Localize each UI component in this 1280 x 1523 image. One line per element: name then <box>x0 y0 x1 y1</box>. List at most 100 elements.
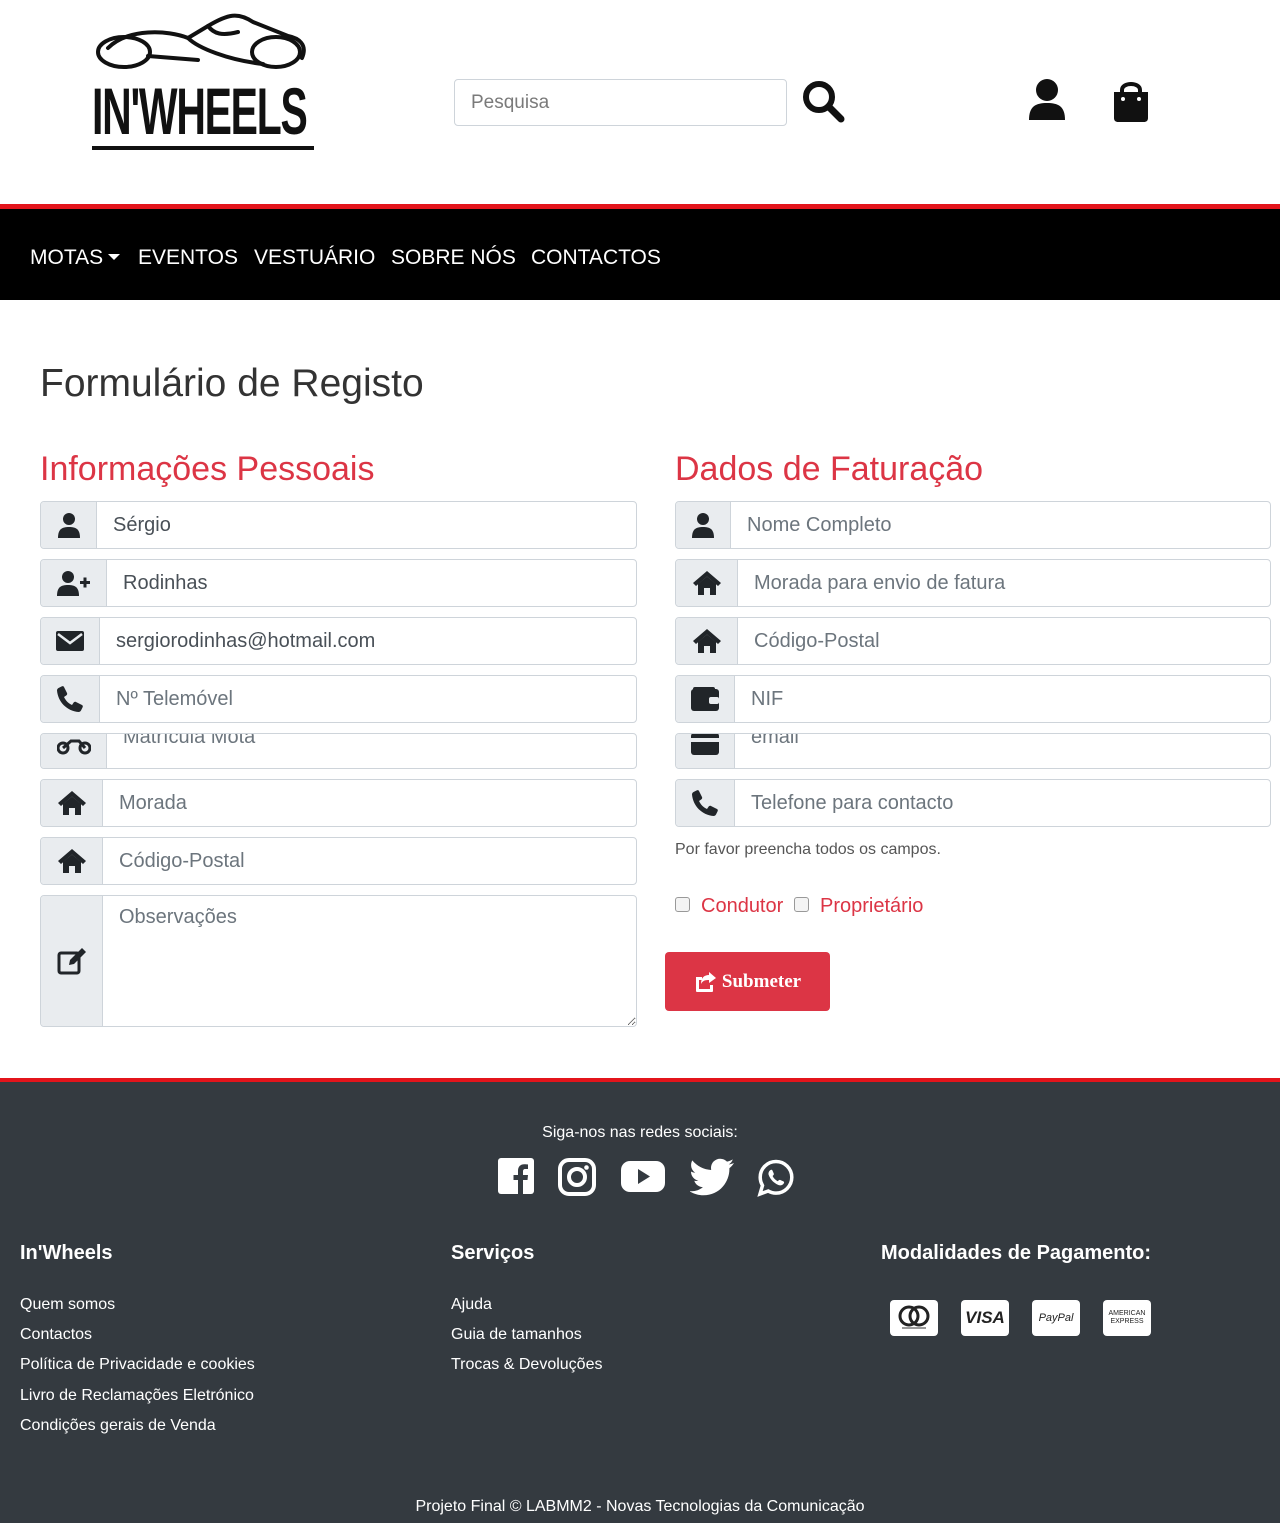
logo-wordmark: IN'WHEELS <box>92 74 308 148</box>
user-icon <box>1029 79 1065 120</box>
wallet-icon <box>691 687 719 711</box>
nav-item-contactos[interactable]: CONTACTOS <box>531 246 661 270</box>
email-field[interactable] <box>100 618 636 664</box>
follow-us-text: Siga-nos nas redes sociais: <box>542 1124 738 1141</box>
footer-link-tamanhos[interactable]: Guia de tamanhos <box>451 1326 582 1344</box>
submit-button[interactable]: Submeter <box>665 952 830 1011</box>
footer-link-privacidade[interactable]: Política de Privacidade e cookies <box>20 1356 255 1374</box>
nav-item-eventos[interactable]: EVENTOS <box>138 246 238 270</box>
driver-checkbox[interactable] <box>675 897 690 912</box>
user-icon <box>692 513 714 538</box>
phone-icon <box>692 790 718 816</box>
full-name-field[interactable] <box>731 502 1270 548</box>
mobile-addon <box>41 676 100 722</box>
visa-icon: VISA <box>961 1300 1009 1336</box>
contact-phone-addon <box>676 780 735 826</box>
instagram-link[interactable] <box>558 1158 596 1198</box>
home-icon <box>692 629 721 653</box>
last-name-field[interactable] <box>107 560 636 606</box>
search-button[interactable] <box>800 78 846 124</box>
user-icon <box>57 513 80 538</box>
contact-phone-field[interactable] <box>735 780 1270 826</box>
nav-item-vestuario[interactable]: VESTUÁRIO <box>254 246 375 270</box>
nif-addon <box>676 676 735 722</box>
twitter-link[interactable] <box>689 1158 734 1198</box>
shopping-bag-icon <box>1114 82 1148 122</box>
nif-field[interactable] <box>735 676 1270 722</box>
chevron-down-icon <box>108 253 121 260</box>
main-nav: MOTAS EVENTOS VESTUÁRIO SOBRE NÓS CONTAC… <box>0 204 1280 300</box>
facebook-icon <box>498 1158 534 1194</box>
address-addon <box>41 780 103 826</box>
postal-code-group <box>40 837 637 885</box>
mobile-group <box>40 675 637 723</box>
amex-icon: AMERICAN EXPRESS <box>1103 1300 1151 1336</box>
user-plus-icon <box>56 571 90 596</box>
driver-checkbox-label[interactable]: Condutor <box>701 895 783 918</box>
mastercard-icon <box>890 1300 938 1336</box>
site-header: IN'WHEELS <box>0 0 1280 204</box>
nif-group <box>675 675 1271 723</box>
billing-email-field[interactable] <box>735 734 1270 754</box>
brand-logo[interactable]: IN'WHEELS <box>88 8 318 154</box>
footer-link-quem-somos[interactable]: Quem somos <box>20 1296 115 1314</box>
contact-phone-group <box>675 779 1271 827</box>
owner-checkbox-label[interactable]: Proprietário <box>820 895 923 918</box>
youtube-icon <box>621 1161 665 1192</box>
email-group <box>40 617 637 665</box>
plate-addon <box>41 734 107 768</box>
postal-code-field[interactable] <box>103 838 636 884</box>
share-square-icon <box>695 971 716 992</box>
footer-pagamento-title: Modalidades de Pagamento: <box>881 1242 1152 1264</box>
owner-checkbox[interactable] <box>794 897 809 912</box>
email-addon <box>41 618 100 664</box>
billing-email-addon <box>676 734 735 768</box>
address-field[interactable] <box>103 780 636 826</box>
billing-postal-addon <box>676 618 738 664</box>
notes-field[interactable] <box>103 896 636 1026</box>
footer-link-condicoes[interactable]: Condições gerais de Venda <box>20 1417 216 1435</box>
facebook-link[interactable] <box>498 1158 534 1198</box>
card-icon <box>691 734 719 755</box>
phone-icon <box>57 686 83 712</box>
site-footer: Siga-nos nas redes sociais: In'Wheels Qu… <box>0 1078 1280 1523</box>
nav-item-motas[interactable]: MOTAS <box>30 246 121 270</box>
logo-underline <box>92 146 314 150</box>
billing-info-title: Dados de Faturação <box>675 450 984 488</box>
paypal-label: PayPal <box>1038 1312 1074 1324</box>
cart-button[interactable] <box>1110 78 1152 124</box>
billing-postal-group <box>675 617 1271 665</box>
last-name-group <box>40 559 637 607</box>
billing-email-group <box>675 733 1271 769</box>
whatsapp-link[interactable] <box>756 1158 796 1198</box>
plate-field[interactable] <box>107 734 636 754</box>
billing-address-addon <box>676 560 738 606</box>
notes-addon <box>41 896 103 1026</box>
search-icon <box>803 81 845 123</box>
nav-item-sobre-nos[interactable]: SOBRE NÓS <box>391 246 516 270</box>
first-name-field[interactable] <box>97 502 636 548</box>
full-name-group <box>675 501 1271 549</box>
account-button[interactable] <box>1026 78 1068 124</box>
footer-link-reclamacoes[interactable]: Livro de Reclamações Eletrónico <box>20 1387 254 1405</box>
billing-address-field[interactable] <box>738 560 1270 606</box>
visa-label: VISA <box>965 1308 1005 1327</box>
full-name-addon <box>676 502 731 548</box>
personal-info-title: Informações Pessoais <box>40 450 375 488</box>
plate-group <box>40 733 637 769</box>
mobile-field[interactable] <box>100 676 636 722</box>
youtube-link[interactable] <box>620 1158 666 1198</box>
nav-item-label: MOTAS <box>30 246 104 269</box>
twitter-icon <box>689 1158 734 1196</box>
first-name-addon <box>41 502 97 548</box>
home-icon <box>57 849 86 873</box>
whatsapp-icon <box>757 1159 794 1197</box>
instagram-icon <box>558 1158 596 1196</box>
footer-link-contactos[interactable]: Contactos <box>20 1326 92 1344</box>
address-group <box>40 779 637 827</box>
amex-label: AMERICAN EXPRESS <box>1108 1310 1146 1325</box>
billing-postal-field[interactable] <box>738 618 1270 664</box>
footer-link-trocas[interactable]: Trocas & Devoluções <box>451 1356 602 1374</box>
footer-link-ajuda[interactable]: Ajuda <box>451 1296 492 1314</box>
search-input[interactable] <box>454 79 787 126</box>
